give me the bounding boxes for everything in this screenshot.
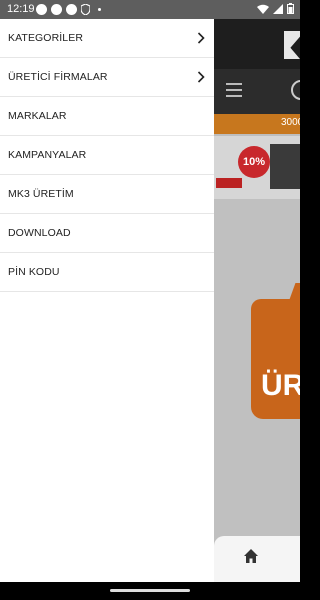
drawer-item-label: KAMPANYALAR xyxy=(8,149,87,161)
drawer-item-mk3-uretim[interactable]: MK3 ÜRETİM xyxy=(0,175,214,214)
drawer-item-label: PİN KODU xyxy=(8,266,60,278)
promo-bar-text: 3000 xyxy=(281,117,300,128)
circle-icon xyxy=(51,4,62,15)
drawer-item-label: KATEGORİLER xyxy=(8,32,84,44)
drawer-item-label: MARKALAR xyxy=(8,110,67,122)
drawer-item-markalar[interactable]: MARKALAR xyxy=(0,97,214,136)
circle-icon xyxy=(66,4,77,15)
drawer-item-download[interactable]: DOWNLOAD xyxy=(0,214,214,253)
signal-icon xyxy=(273,3,283,14)
wifi-icon xyxy=(257,4,269,14)
chevron-right-icon xyxy=(197,71,205,83)
drawer-item-kategoriler[interactable]: KATEGORİLER xyxy=(0,19,214,58)
shield-icon xyxy=(81,4,90,15)
drawer-item-label: DOWNLOAD xyxy=(8,227,71,239)
chevron-right-icon xyxy=(197,32,205,44)
navigation-drawer: KATEGORİLER ÜRETİCİ FİRMALAR MARKALAR KA… xyxy=(0,19,214,582)
bottom-navigation xyxy=(214,536,300,582)
notification-dot-icon xyxy=(98,8,101,11)
drawer-item-pin-kodu[interactable]: PİN KODU xyxy=(0,253,214,292)
banner-red-label xyxy=(216,178,242,188)
drawer-item-kampanyalar[interactable]: KAMPANYALAR xyxy=(0,136,214,175)
status-bar: 12:19 xyxy=(0,0,300,19)
content-graphic-text: ÜR xyxy=(261,369,300,402)
battery-icon xyxy=(287,3,294,14)
system-navigation-bar xyxy=(0,582,300,600)
drawer-item-label: ÜRETİCİ FİRMALAR xyxy=(8,71,108,83)
app-logo xyxy=(284,31,300,59)
status-system-icons xyxy=(257,3,294,14)
hamburger-menu-icon[interactable] xyxy=(226,83,242,97)
gesture-handle[interactable] xyxy=(110,589,190,592)
banner-product-image xyxy=(270,144,300,189)
discount-badge: 10% xyxy=(238,146,270,178)
search-icon[interactable] xyxy=(291,80,300,100)
drawer-item-label: MK3 ÜRETİM xyxy=(8,188,74,200)
status-notification-icons xyxy=(36,4,101,15)
status-time: 12:19 xyxy=(7,3,35,15)
home-icon[interactable] xyxy=(243,548,259,564)
drawer-item-uretici-firmalar[interactable]: ÜRETİCİ FİRMALAR xyxy=(0,58,214,97)
circle-icon xyxy=(36,4,47,15)
